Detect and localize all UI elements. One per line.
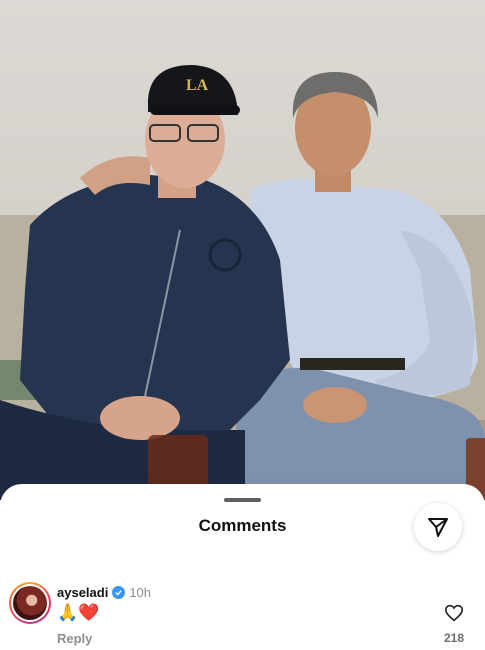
comment-header: ayseladi 10h: [57, 585, 151, 600]
sheet-title: Comments: [198, 516, 287, 535]
verified-badge-icon: [112, 586, 126, 599]
reply-button[interactable]: Reply: [57, 631, 92, 646]
man-left-hands: [100, 396, 180, 440]
send-paper-plane-icon: [428, 518, 448, 537]
comments-sheet: Comments: [0, 484, 485, 650]
comment-username[interactable]: ayseladi: [57, 585, 108, 600]
man-right-hand: [303, 387, 367, 423]
post-photo: LA: [0, 0, 485, 500]
cap-brim: [150, 105, 240, 115]
avatar-image: [13, 586, 47, 620]
photo-illustration: LA: [0, 65, 485, 500]
share-button[interactable]: [414, 503, 462, 551]
like-button[interactable]: [444, 604, 464, 627]
like-count: 218: [443, 631, 465, 645]
avatar[interactable]: [9, 582, 51, 624]
comment-text: 🙏❤️: [57, 603, 100, 623]
heart-outline-icon: [444, 604, 464, 622]
man-right-belt: [300, 358, 405, 370]
cap-logo: LA: [186, 77, 209, 94]
comment-time: 10h: [129, 585, 152, 600]
sheet-drag-handle[interactable]: [224, 498, 261, 502]
